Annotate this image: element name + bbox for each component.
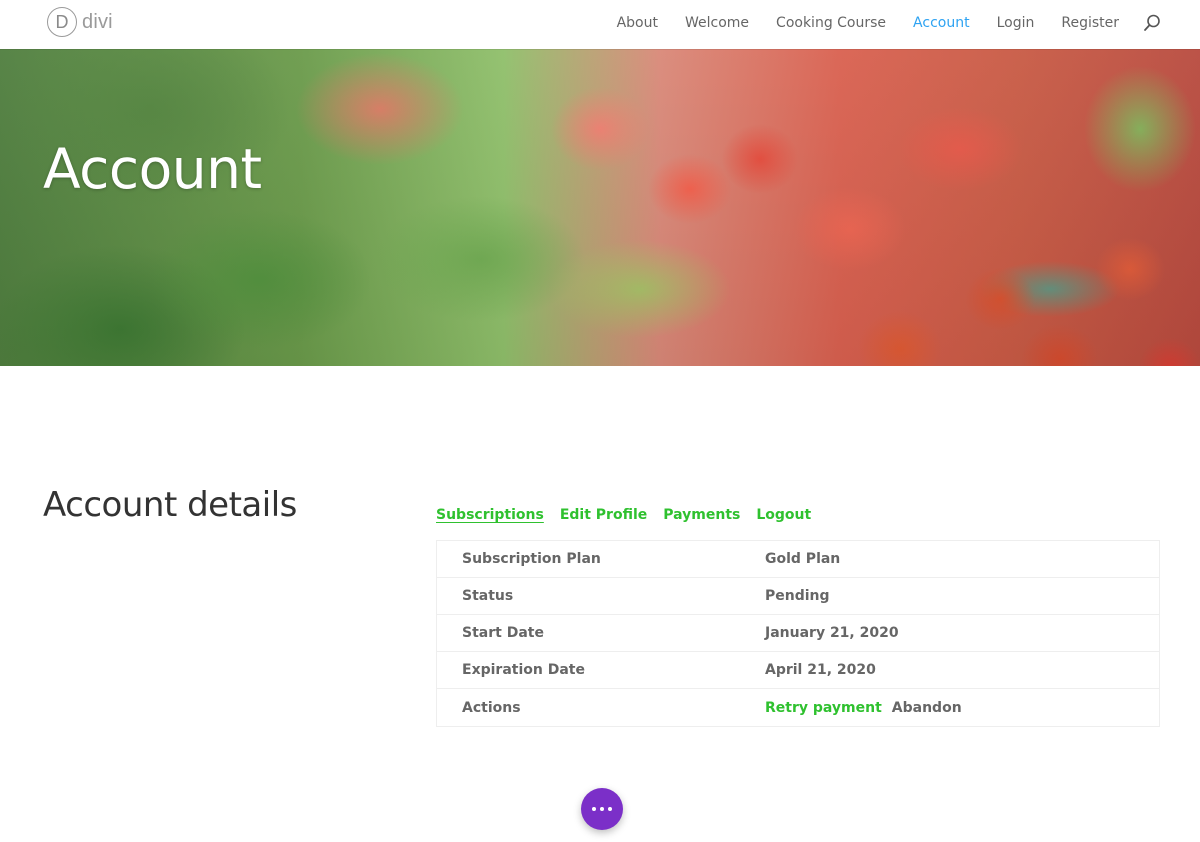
- actions-cell: Retry payment Abandon: [765, 700, 1159, 716]
- hero-banner: Account: [0, 49, 1200, 366]
- nav-item-welcome[interactable]: Welcome: [685, 14, 749, 32]
- retry-payment-link[interactable]: Retry payment: [765, 700, 882, 716]
- table-row: Status Pending: [437, 578, 1159, 615]
- site-header: D divi About Welcome Cooking Course Acco…: [0, 0, 1200, 49]
- more-dots-icon: [592, 807, 596, 811]
- row-label: Actions: [462, 699, 521, 716]
- logo-mark: D: [47, 7, 77, 37]
- nav-item-register[interactable]: Register: [1061, 14, 1119, 32]
- search-icon[interactable]: [1142, 13, 1162, 33]
- builder-more-button[interactable]: [581, 788, 623, 830]
- abandon-link[interactable]: Abandon: [892, 700, 962, 716]
- expiration-date-value: April 21, 2020: [765, 662, 876, 678]
- account-details-heading: Account details: [43, 485, 297, 525]
- tab-logout[interactable]: Logout: [756, 506, 811, 524]
- row-label: Start Date: [462, 625, 544, 641]
- table-row: Start Date January 21, 2020: [437, 615, 1159, 652]
- row-label: Status: [462, 588, 514, 604]
- table-row: Expiration Date April 21, 2020: [437, 652, 1159, 689]
- status-value: Pending: [765, 588, 830, 604]
- table-row: Actions Retry payment Abandon: [437, 689, 1159, 726]
- tab-subscriptions[interactable]: Subscriptions: [436, 506, 544, 524]
- tab-edit-profile[interactable]: Edit Profile: [560, 506, 647, 524]
- nav-item-login[interactable]: Login: [997, 14, 1035, 32]
- subscription-details-table: Subscription Plan Gold Plan Status Pendi…: [436, 540, 1160, 727]
- table-row: Subscription Plan Gold Plan: [437, 541, 1159, 578]
- nav-item-cooking-course[interactable]: Cooking Course: [776, 14, 886, 32]
- nav-item-account[interactable]: Account: [913, 14, 970, 32]
- logo-text: divi: [82, 10, 113, 33]
- row-label: Expiration Date: [462, 662, 585, 678]
- more-dots-icon: [608, 807, 612, 811]
- start-date-value: January 21, 2020: [765, 625, 899, 641]
- more-dots-icon: [600, 807, 604, 811]
- page-title: Account: [43, 137, 262, 201]
- subscription-plan-value: Gold Plan: [765, 551, 841, 567]
- site-logo[interactable]: D divi: [47, 7, 113, 37]
- nav-item-about[interactable]: About: [617, 14, 658, 32]
- row-label: Subscription Plan: [462, 551, 601, 567]
- main-nav: About Welcome Cooking Course Account Log…: [617, 13, 1200, 33]
- account-tabs: Subscriptions Edit Profile Payments Logo…: [436, 506, 827, 524]
- tab-payments[interactable]: Payments: [663, 506, 740, 524]
